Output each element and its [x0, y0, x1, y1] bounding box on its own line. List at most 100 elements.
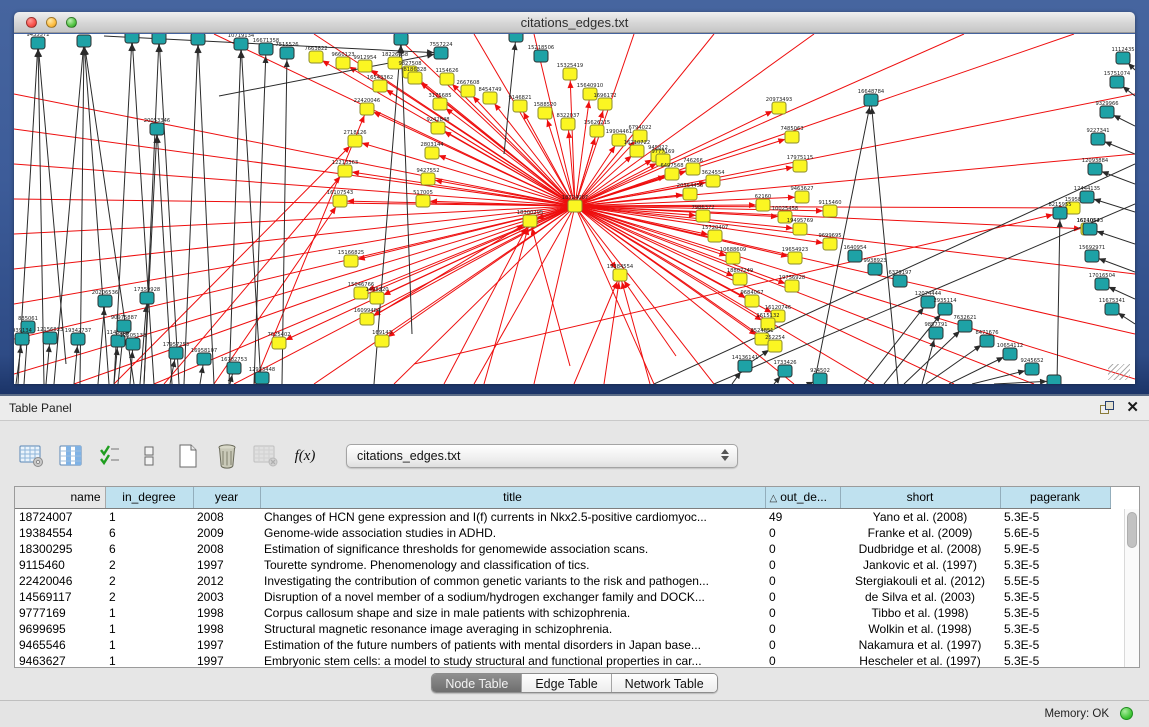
graph-node[interactable] [509, 34, 523, 42]
column-header-in-degree[interactable]: in_degree [105, 487, 193, 508]
table-row[interactable]: 1938455462009Genome-wide association stu… [15, 525, 1110, 541]
column-header-name[interactable]: name [15, 487, 105, 508]
select-all-icon[interactable] [96, 442, 124, 470]
graph-node[interactable] [665, 168, 679, 180]
graph-node[interactable] [848, 250, 862, 262]
graph-node[interactable] [1110, 76, 1124, 88]
graph-node[interactable] [433, 98, 447, 110]
graph-node[interactable] [1080, 191, 1094, 203]
graph-node[interactable] [1003, 348, 1017, 360]
graph-node[interactable] [793, 160, 807, 172]
graph-node[interactable] [152, 34, 166, 44]
graph-node[interactable] [1047, 375, 1061, 384]
graph-node[interactable] [43, 332, 57, 344]
column-header-title[interactable]: title [260, 487, 765, 508]
graph-node[interactable] [280, 47, 294, 59]
table-row[interactable]: 969969511998Structural magnetic resonanc… [15, 621, 1110, 637]
graph-node[interactable] [191, 34, 205, 45]
graph-node[interactable] [140, 292, 154, 304]
graph-node[interactable] [197, 353, 211, 365]
graph-node[interactable] [1053, 207, 1067, 219]
table-row[interactable]: 911546021997Tourette syndrome. Phenomeno… [15, 557, 1110, 573]
graph-node[interactable] [360, 103, 374, 115]
graph-node[interactable] [534, 50, 548, 62]
graph-node[interactable] [31, 37, 45, 49]
graph-node[interactable] [696, 210, 710, 222]
graph-node[interactable] [272, 337, 286, 349]
column-header-out-de-[interactable]: △out_de... [765, 487, 840, 508]
graph-node[interactable] [590, 125, 604, 137]
tab-network-table[interactable]: Network Table [612, 674, 717, 692]
graph-node[interactable] [338, 165, 352, 177]
graph-node[interactable] [756, 199, 770, 211]
graph-node[interactable] [234, 38, 248, 50]
graph-node[interactable] [1100, 106, 1114, 118]
table-mode-icon[interactable] [18, 442, 46, 470]
graph-node[interactable] [1083, 223, 1097, 235]
graph-node[interactable] [630, 145, 644, 157]
graph-node[interactable] [431, 122, 445, 134]
graph-node[interactable] [613, 269, 627, 281]
graph-node[interactable] [227, 362, 241, 374]
function-builder-icon[interactable]: f(x) [291, 442, 319, 470]
network-window-titlebar[interactable]: citations_edges.txt [14, 12, 1135, 33]
graph-node[interactable] [71, 333, 85, 345]
graph-node[interactable] [726, 252, 740, 264]
graph-node[interactable] [373, 80, 387, 92]
table-row[interactable]: 1830029562008Estimation of significance … [15, 541, 1110, 557]
graph-node[interactable] [1116, 52, 1130, 64]
close-panel-icon[interactable]: ✕ [1126, 401, 1139, 415]
graph-node[interactable] [561, 118, 575, 130]
graph-node[interactable] [117, 320, 131, 332]
graph-node[interactable] [434, 47, 448, 59]
graph-node[interactable] [745, 295, 759, 307]
graph-node[interactable] [1025, 363, 1039, 375]
graph-node[interactable] [77, 35, 91, 47]
tab-node-table[interactable]: Node Table [432, 674, 522, 692]
graph-node[interactable] [358, 60, 372, 72]
graph-node[interactable] [768, 340, 782, 352]
table-row[interactable]: 946554611997Estimation of the future num… [15, 637, 1110, 653]
graph-node[interactable] [370, 292, 384, 304]
show-columns-icon[interactable] [57, 442, 85, 470]
graph-node[interactable] [309, 51, 323, 63]
graph-node[interactable] [416, 195, 430, 207]
graph-node[interactable] [938, 303, 952, 315]
new-document-icon[interactable] [174, 442, 202, 470]
graph-node[interactable] [788, 252, 802, 264]
graph-node[interactable] [394, 34, 408, 45]
graph-hub-node[interactable] [568, 200, 582, 212]
graph-node[interactable] [813, 373, 827, 384]
graph-node[interactable] [683, 188, 697, 200]
graph-node[interactable] [598, 98, 612, 110]
graph-node[interactable] [686, 163, 700, 175]
table-row[interactable]: 1456911722003Disruption of a novel membe… [15, 589, 1110, 605]
graph-node[interactable] [348, 135, 362, 147]
graph-node[interactable] [425, 147, 439, 159]
table-scrollbar[interactable] [1124, 509, 1139, 667]
graph-node[interactable] [778, 365, 792, 377]
graph-node[interactable] [126, 338, 140, 350]
graph-node[interactable] [795, 191, 809, 203]
graph-node[interactable] [733, 273, 747, 285]
column-header-short[interactable]: short [840, 487, 1000, 508]
graph-node[interactable] [15, 333, 29, 345]
graph-node[interactable] [793, 223, 807, 235]
tab-edge-table[interactable]: Edge Table [522, 674, 611, 692]
graph-node[interactable] [344, 255, 358, 267]
graph-node[interactable] [1088, 163, 1102, 175]
table-scrollbar-thumb[interactable] [1127, 512, 1137, 548]
graph-node[interactable] [706, 175, 720, 187]
graph-node[interactable] [461, 85, 475, 97]
graph-node[interactable] [483, 92, 497, 104]
graph-node[interactable] [958, 320, 972, 332]
graph-node[interactable] [868, 263, 882, 275]
graph-node[interactable] [929, 327, 943, 339]
graph-node[interactable] [1105, 303, 1119, 315]
graph-node[interactable] [150, 123, 164, 135]
graph-node[interactable] [538, 107, 552, 119]
graph-node[interactable] [375, 335, 389, 347]
table-row[interactable]: 2242004622012Investigating the contribut… [15, 573, 1110, 589]
graph-node[interactable] [823, 205, 837, 217]
graph-node[interactable] [893, 275, 907, 287]
